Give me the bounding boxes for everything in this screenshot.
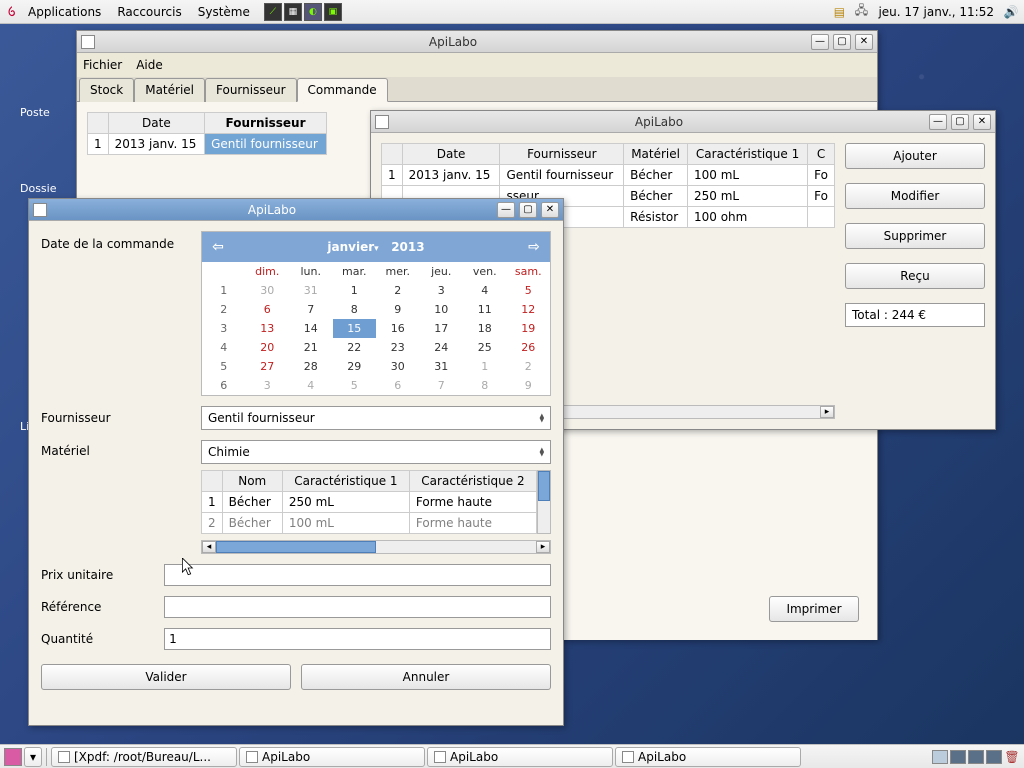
titlebar[interactable]: ApiLabo — ▢ ✕ — [371, 111, 995, 133]
calculator-icon[interactable]: ▦ — [284, 3, 302, 21]
menu-system[interactable]: Système — [190, 5, 258, 19]
clock[interactable]: jeu. 17 janv., 11:52 — [874, 5, 998, 19]
cal-prev-button[interactable]: ⇦ — [208, 237, 228, 257]
app-icon — [375, 115, 389, 129]
fournisseur-select[interactable]: Gentil fournisseur — [201, 406, 551, 430]
reference-input[interactable] — [164, 596, 551, 618]
materiel-select[interactable]: Chimie — [201, 440, 551, 464]
menu-applications[interactable]: Applications — [20, 5, 109, 19]
window-apilabo-order: ApiLabo — ▢ ✕ Date de la commande ⇦ janv… — [28, 198, 564, 726]
menu-file[interactable]: Fichier — [83, 58, 122, 72]
notes-icon[interactable]: ▤ — [830, 3, 848, 21]
task-apilabo-3[interactable]: ApiLabo — [615, 747, 801, 767]
cal-next-button[interactable]: ⇨ — [524, 237, 544, 257]
prix-label: Prix unitaire — [41, 568, 154, 582]
col-fournisseur[interactable]: Fournisseur — [205, 113, 327, 134]
task-apilabo-1[interactable]: ApiLabo — [239, 747, 425, 767]
minimize-button[interactable]: — — [811, 34, 829, 50]
app-icon — [33, 203, 47, 217]
tab-fournisseur[interactable]: Fournisseur — [205, 78, 297, 102]
top-panel: Applications Raccourcis Système ⟋ ▦ ◐ ▣ … — [0, 0, 1024, 24]
cal-day-selected[interactable]: 15 — [333, 319, 377, 338]
workspace-1[interactable] — [932, 750, 948, 764]
window-title: ApiLabo — [99, 35, 807, 49]
materiel-label: Matériel — [41, 440, 191, 554]
bottom-panel: ▾ [Xpdf: /root/Bureau/L... ApiLabo ApiLa… — [0, 744, 1024, 768]
hscrollbar[interactable]: ◂▸ — [201, 540, 551, 554]
delete-button[interactable]: Supprimer — [845, 223, 985, 249]
minimize-button[interactable]: — — [497, 202, 515, 218]
menubar: Fichier Aide — [77, 53, 877, 77]
maximize-button[interactable]: ▢ — [519, 202, 537, 218]
close-button[interactable]: ✕ — [973, 114, 991, 130]
window-title: ApiLabo — [51, 203, 493, 217]
desktop-icon-label: Dossie — [20, 182, 57, 195]
workspace-4[interactable] — [986, 750, 1002, 764]
quantity-label: Quantité — [41, 632, 154, 646]
reference-label: Référence — [41, 600, 154, 614]
minimize-button[interactable]: — — [929, 114, 947, 130]
titlebar[interactable]: ApiLabo — ▢ ✕ — [77, 31, 877, 53]
print-button[interactable]: Imprimer — [769, 596, 859, 622]
validate-button[interactable]: Valider — [41, 664, 291, 690]
commande-table: Date Fournisseur 1 2013 janv. 15 Gentil … — [87, 112, 327, 155]
menu-shortcuts[interactable]: Raccourcis — [109, 5, 189, 19]
table-row[interactable]: 2 Bécher 100 mL Forme haute — [202, 513, 537, 534]
calendar: ⇦ janvier▾ 2013 ⇨ dim. lun. mar. mer. je… — [201, 231, 551, 396]
table-row[interactable]: 1 Bécher 250 mL Forme haute — [202, 492, 537, 513]
window-list-button[interactable]: ▾ — [24, 747, 42, 767]
maximize-button[interactable]: ▢ — [951, 114, 969, 130]
titlebar[interactable]: ApiLabo — ▢ ✕ — [29, 199, 563, 221]
terminal-icon[interactable]: ▣ — [324, 3, 342, 21]
modify-button[interactable]: Modifier — [845, 183, 985, 209]
task-apilabo-2[interactable]: ApiLabo — [427, 747, 613, 767]
window-title: ApiLabo — [393, 115, 925, 129]
maximize-button[interactable]: ▢ — [833, 34, 851, 50]
table-row[interactable]: 1 2013 janv. 15 Gentil fournisseur — [88, 134, 327, 155]
date-label: Date de la commande — [41, 231, 191, 396]
vscrollbar[interactable] — [537, 470, 551, 534]
fournisseur-label: Fournisseur — [41, 411, 191, 425]
globe-icon[interactable]: ◐ — [304, 3, 322, 21]
materiel-table: Nom Caractéristique 1 Caractéristique 2 … — [201, 470, 537, 534]
trash-icon[interactable]: 🗑 — [1004, 750, 1020, 764]
cancel-button[interactable]: Annuler — [301, 664, 551, 690]
menu-help[interactable]: Aide — [136, 58, 163, 72]
task-xpdf[interactable]: [Xpdf: /root/Bureau/L... — [51, 747, 237, 767]
close-button[interactable]: ✕ — [855, 34, 873, 50]
total-label: Total : 244 € — [845, 303, 985, 327]
add-button[interactable]: Ajouter — [845, 143, 985, 169]
desktop-icon-label: Poste — [20, 106, 50, 119]
show-desktop-icon[interactable] — [4, 748, 22, 766]
debian-logo-icon[interactable] — [4, 4, 20, 20]
received-button[interactable]: Reçu — [845, 263, 985, 289]
tab-stock[interactable]: Stock — [79, 78, 134, 102]
network-icon[interactable]: 🖧 — [852, 3, 870, 21]
system-monitor-icon[interactable]: ⟋ — [264, 3, 282, 21]
table-row[interactable]: 1 2013 janv. 15 Gentil fournisseur Béche… — [382, 165, 835, 186]
col-num[interactable] — [88, 113, 109, 134]
close-button[interactable]: ✕ — [541, 202, 559, 218]
mouse-cursor-icon — [182, 558, 196, 578]
col-date[interactable]: Date — [108, 113, 204, 134]
app-icon — [81, 35, 95, 49]
tab-commande[interactable]: Commande — [297, 78, 388, 102]
tab-bar: Stock Matériel Fournisseur Commande — [77, 77, 877, 102]
quantity-input[interactable] — [164, 628, 551, 650]
tab-materiel[interactable]: Matériel — [134, 78, 205, 102]
workspace-2[interactable] — [950, 750, 966, 764]
volume-icon[interactable]: 🔊 — [1002, 3, 1020, 21]
prix-input[interactable] — [164, 564, 551, 586]
workspace-3[interactable] — [968, 750, 984, 764]
